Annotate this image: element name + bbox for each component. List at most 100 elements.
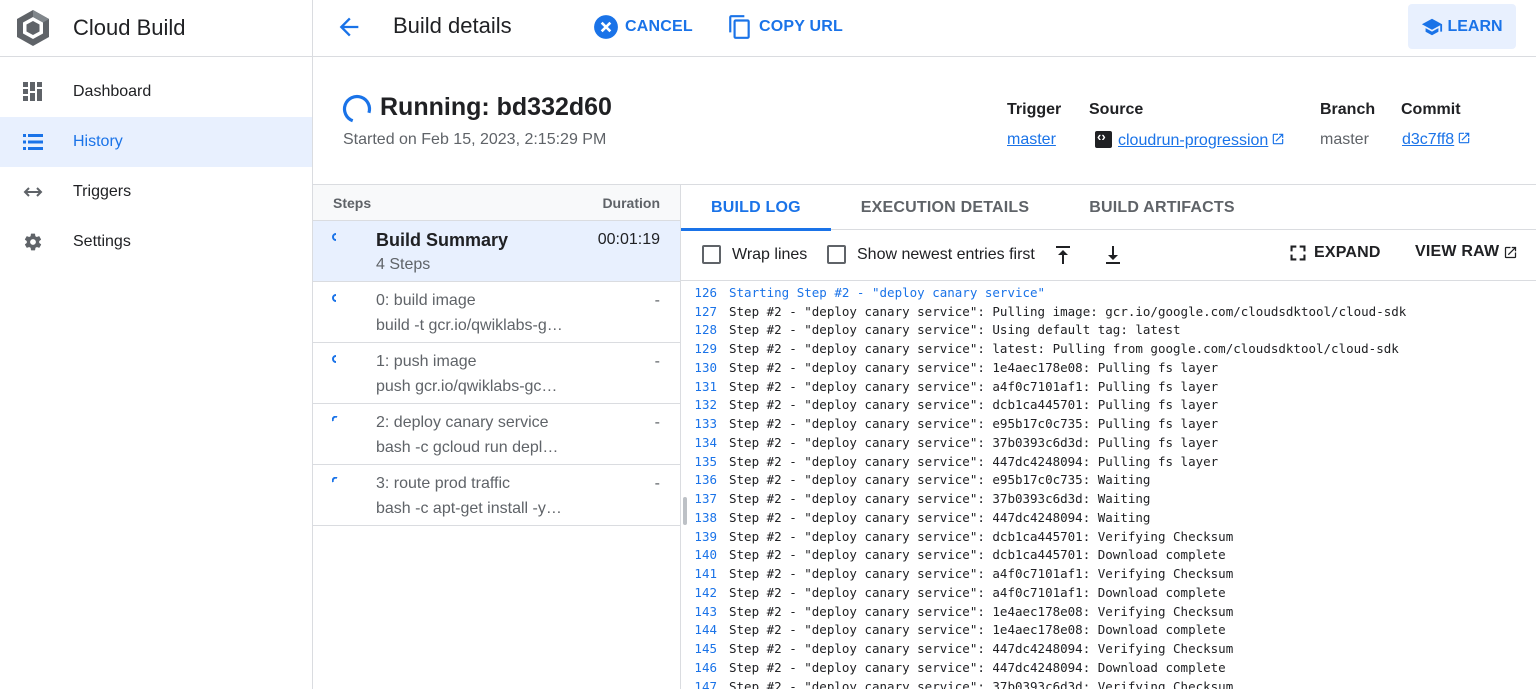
duration-column-header: Duration bbox=[602, 194, 660, 211]
log-line: 138 Step #2 - "deploy canary service": 44… bbox=[681, 508, 1536, 527]
log-line-number[interactable]: 141 bbox=[681, 566, 717, 581]
tab-build-artifacts[interactable]: BUILD ARTIFACTS bbox=[1059, 185, 1265, 230]
step-item[interactable]: 0: build image build -t gcr.io/qwiklabs-… bbox=[313, 282, 680, 343]
source-value[interactable]: cloudrun-progression bbox=[1095, 129, 1285, 150]
tab-execution-details[interactable]: EXECUTION DETAILS bbox=[831, 185, 1059, 230]
cloud-build-logo-icon bbox=[17, 10, 49, 46]
log-line-number[interactable]: 127 bbox=[681, 304, 717, 319]
trigger-label: Trigger bbox=[1007, 101, 1062, 118]
log-line: 133 Step #2 - "deploy canary service": e9… bbox=[681, 414, 1536, 433]
step-duration: - bbox=[654, 292, 660, 309]
trigger-link[interactable]: master bbox=[1007, 131, 1056, 149]
log-line-number[interactable]: 143 bbox=[681, 604, 717, 619]
top-bar: Build details CANCEL COPY URL LEARN bbox=[313, 0, 1536, 57]
log-line: 145 Step #2 - "deploy canary service": 44… bbox=[681, 639, 1536, 658]
log-line-text: Step #2 - "deploy canary service": 1e4ae… bbox=[729, 622, 1226, 638]
log-line-number[interactable]: 140 bbox=[681, 547, 717, 562]
log-line-number[interactable]: 129 bbox=[681, 341, 717, 356]
expand-button[interactable]: EXPAND bbox=[1288, 243, 1381, 263]
external-link-icon bbox=[1273, 133, 1284, 145]
log-line-text: Step #2 - "deploy canary service": 447dc… bbox=[729, 659, 1226, 675]
view-raw-button[interactable]: VIEW RAW bbox=[1415, 243, 1518, 261]
sidebar: Cloud Build Dashboard History Triggers S… bbox=[0, 0, 313, 689]
log-line-number[interactable]: 137 bbox=[681, 491, 717, 506]
cancel-button[interactable]: CANCEL bbox=[593, 12, 693, 42]
step-duration: - bbox=[654, 414, 660, 431]
log-line-number[interactable]: 134 bbox=[681, 435, 717, 450]
sidebar-item-dashboard[interactable]: Dashboard bbox=[0, 67, 312, 117]
step-duration: - bbox=[654, 475, 660, 492]
sidebar-item-triggers[interactable]: Triggers bbox=[0, 167, 312, 217]
learn-button[interactable]: LEARN bbox=[1408, 4, 1516, 49]
external-link-icon bbox=[1505, 246, 1517, 258]
steps-header: Steps Duration bbox=[313, 185, 680, 221]
log-line-number[interactable]: 142 bbox=[681, 585, 717, 600]
checkbox-box[interactable] bbox=[827, 245, 846, 264]
log-line-number[interactable]: 133 bbox=[681, 416, 717, 431]
log-line: 136 Step #2 - "deploy canary service": e9… bbox=[681, 471, 1536, 490]
external-link-icon bbox=[1458, 132, 1470, 144]
log-line-number[interactable]: 132 bbox=[681, 397, 717, 412]
step-item[interactable]: 2: deploy canary service bash -c gcloud … bbox=[313, 404, 680, 465]
step-desc: 4 Steps bbox=[376, 256, 431, 273]
step-running-icon bbox=[332, 416, 338, 422]
log-line-text: Step #2 - "deploy canary service": 447dc… bbox=[729, 453, 1219, 469]
step-name: 0: build image bbox=[376, 292, 476, 309]
log-line-number[interactable]: 145 bbox=[681, 641, 717, 656]
newest-first-checkbox[interactable]: Show newest entries first bbox=[827, 245, 1035, 264]
log-line-number[interactable]: 147 bbox=[681, 679, 717, 689]
step-item[interactable]: 3: route prod traffic bash -c apt-get in… bbox=[313, 465, 680, 526]
commit-link[interactable]: d3c7ff8 bbox=[1402, 131, 1454, 148]
build-log-output[interactable]: 126 Starting Step #2 - "deploy canary ser… bbox=[681, 282, 1536, 689]
back-arrow-icon[interactable] bbox=[335, 13, 363, 41]
running-spinner-icon bbox=[342, 94, 372, 124]
log-line: 142 Step #2 - "deploy canary service": a4… bbox=[681, 583, 1536, 602]
log-line-text: Starting Step #2 - "deploy canary servic… bbox=[729, 284, 1046, 300]
tab-build-log[interactable]: BUILD LOG bbox=[681, 185, 831, 231]
copy-url-label: COPY URL bbox=[759, 18, 843, 35]
sidebar-item-settings[interactable]: Settings bbox=[0, 217, 312, 267]
source-link[interactable]: cloudrun-progression bbox=[1118, 132, 1268, 149]
step-running-icon bbox=[332, 294, 337, 302]
step-build-summary[interactable]: Build Summary 4 Steps 00:01:19 bbox=[313, 221, 680, 282]
log-line: 134 Step #2 - "deploy canary service": 37… bbox=[681, 433, 1536, 452]
log-line-text: Step #2 - "deploy canary service": 37b03… bbox=[729, 434, 1219, 450]
log-line-number[interactable]: 135 bbox=[681, 454, 717, 469]
sidebar-item-label: Dashboard bbox=[73, 83, 152, 100]
newest-first-label: Show newest entries first bbox=[857, 245, 1035, 263]
sidebar-item-history[interactable]: History bbox=[0, 117, 312, 167]
cancel-circle-icon bbox=[594, 15, 618, 39]
step-running-icon bbox=[332, 477, 338, 483]
log-line-number[interactable]: 131 bbox=[681, 379, 717, 394]
log-line-number[interactable]: 136 bbox=[681, 472, 717, 487]
branch-label: Branch bbox=[1320, 101, 1376, 118]
school-icon bbox=[1422, 18, 1443, 35]
dashboard-icon bbox=[22, 81, 44, 103]
arrows-icon bbox=[22, 181, 44, 203]
log-line-number[interactable]: 144 bbox=[681, 622, 717, 637]
log-line-number[interactable]: 128 bbox=[681, 322, 717, 337]
wrap-lines-label: Wrap lines bbox=[732, 245, 808, 263]
log-line: 140 Step #2 - "deploy canary service": dc… bbox=[681, 546, 1536, 565]
scroll-to-top-icon[interactable] bbox=[1051, 243, 1075, 267]
log-line-number[interactable]: 126 bbox=[681, 285, 717, 300]
step-name: Build Summary bbox=[376, 230, 509, 250]
log-line-number[interactable]: 130 bbox=[681, 360, 717, 375]
step-running-icon bbox=[332, 233, 337, 241]
copy-url-button[interactable]: COPY URL bbox=[727, 12, 843, 42]
list-icon bbox=[22, 131, 44, 153]
copy-icon bbox=[729, 15, 750, 39]
sidebar-nav: Dashboard History Triggers Settings bbox=[0, 67, 312, 267]
step-item[interactable]: 1: push image push gcr.io/qwiklabs-gcp-x… bbox=[313, 343, 680, 404]
log-line-number[interactable]: 146 bbox=[681, 660, 717, 675]
view-raw-label: VIEW RAW bbox=[1415, 243, 1500, 260]
log-line-number[interactable]: 139 bbox=[681, 529, 717, 544]
checkbox-box[interactable] bbox=[702, 245, 721, 264]
commit-value[interactable]: d3c7ff8 bbox=[1402, 131, 1471, 149]
log-line-number[interactable]: 138 bbox=[681, 510, 717, 525]
log-line-text: Step #2 - "deploy canary service": a4f0c… bbox=[729, 584, 1226, 600]
scroll-to-bottom-icon[interactable] bbox=[1101, 243, 1125, 267]
step-name: 1: push image bbox=[376, 353, 477, 370]
log-line-text: Step #2 - "deploy canary service": a4f0c… bbox=[729, 378, 1219, 394]
wrap-lines-checkbox[interactable]: Wrap lines bbox=[702, 245, 807, 264]
